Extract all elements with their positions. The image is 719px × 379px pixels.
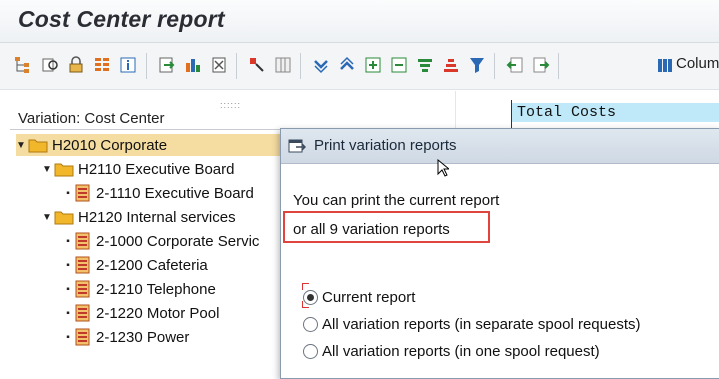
cost-center-icon bbox=[74, 304, 92, 322]
dialog-message-line1: You can print the current report bbox=[293, 192, 500, 209]
tree-node-label: 2-1220 Motor Pool bbox=[96, 304, 220, 322]
tree-node-label: 2-1210 Telephone bbox=[96, 280, 216, 298]
sort-asc-icon[interactable] bbox=[415, 55, 435, 75]
folder-icon bbox=[28, 137, 48, 153]
tree-node-2-1230[interactable]: ▪ 2-1230 Power bbox=[62, 326, 189, 348]
radio-button[interactable] bbox=[303, 344, 318, 359]
expand-triangle-icon[interactable]: ▼ bbox=[16, 140, 28, 151]
dialog-title-bar[interactable]: Print variation reports bbox=[281, 129, 719, 177]
dialog-window-icon bbox=[288, 138, 307, 159]
columns-icon[interactable] bbox=[655, 55, 675, 75]
tree-node-2-1110[interactable]: ▪ 2-1110 Executive Board bbox=[62, 182, 254, 204]
sort-desc-icon[interactable] bbox=[441, 55, 461, 75]
tree-node-h2110[interactable]: ▼ H2110 Executive Board bbox=[42, 158, 234, 180]
highlight-annotation-box bbox=[283, 211, 490, 243]
expand-triangle-icon[interactable]: ▼ bbox=[42, 164, 54, 175]
tree-node-label: 2-1000 Corporate Servic bbox=[96, 232, 260, 250]
tree-node-2-1210[interactable]: ▪ 2-1210 Telephone bbox=[62, 278, 216, 300]
bullet-icon: ▪ bbox=[66, 307, 70, 319]
select-icon[interactable] bbox=[247, 55, 267, 75]
tree-node-label: H2110 Executive Board bbox=[78, 160, 235, 178]
collapse-node-icon[interactable] bbox=[389, 55, 409, 75]
title-bar: Cost Center report bbox=[0, 0, 719, 43]
print-variation-dialog: Print variation reports You can print th… bbox=[280, 128, 719, 379]
tree-node-h2120[interactable]: ▼ H2120 Internal services bbox=[42, 206, 236, 228]
cost-center-icon bbox=[74, 280, 92, 298]
export-icon[interactable] bbox=[157, 55, 177, 75]
expand-triangle-icon[interactable]: ▼ bbox=[42, 212, 54, 223]
radio-button[interactable] bbox=[303, 317, 318, 332]
lock-icon[interactable] bbox=[66, 55, 86, 75]
page-title: Cost Center report bbox=[18, 6, 225, 32]
bullet-icon: ▪ bbox=[66, 259, 70, 271]
radio-one-spool[interactable]: All variation reports (in one spool requ… bbox=[303, 343, 600, 360]
expand-node-icon[interactable] bbox=[363, 55, 383, 75]
bullet-icon: ▪ bbox=[66, 235, 70, 247]
hierarchy-icon[interactable] bbox=[13, 55, 33, 75]
application-toolbar: Column bbox=[0, 43, 719, 90]
radio-label: All variation reports (in one spool requ… bbox=[322, 343, 600, 360]
tree-node-2-1200[interactable]: ▪ 2-1200 Cafeteria bbox=[62, 254, 208, 276]
tree-node-h2010[interactable]: ▼ H2010 Corporate bbox=[16, 134, 286, 156]
tree-node-2-1220[interactable]: ▪ 2-1220 Motor Pool bbox=[62, 302, 219, 324]
radio-current-report[interactable]: Current report bbox=[303, 289, 415, 306]
cost-center-icon bbox=[74, 232, 92, 250]
chart-icon[interactable] bbox=[183, 55, 203, 75]
tree-node-label: H2010 Corporate bbox=[52, 136, 168, 154]
bullet-icon: ▪ bbox=[66, 283, 70, 295]
layout-icon[interactable] bbox=[92, 55, 112, 75]
columns-button[interactable]: Column bbox=[676, 55, 719, 72]
collapse-all-icon[interactable] bbox=[337, 55, 357, 75]
cost-center-icon bbox=[74, 256, 92, 274]
tree-node-label: 2-1200 Cafeteria bbox=[96, 256, 208, 274]
radio-label: Current report bbox=[322, 289, 416, 306]
previous-icon[interactable] bbox=[505, 55, 525, 75]
next-icon[interactable] bbox=[531, 55, 551, 75]
tree-node-label: 2-1110 Executive Board bbox=[96, 184, 254, 202]
delete-icon[interactable] bbox=[209, 55, 229, 75]
radio-button-checked[interactable] bbox=[303, 290, 318, 305]
radio-separate-spool[interactable]: All variation reports (in separate spool… bbox=[303, 316, 641, 333]
filter-icon[interactable] bbox=[467, 55, 487, 75]
bullet-icon: ▪ bbox=[66, 331, 70, 343]
cost-center-icon bbox=[74, 184, 92, 202]
total-costs-column-header[interactable]: Total Costs bbox=[512, 103, 719, 122]
tree-header: Variation: Cost Center bbox=[10, 109, 463, 130]
mouse-cursor-icon bbox=[437, 158, 451, 182]
tree-node-label: 2-1230 Power bbox=[96, 328, 190, 346]
pane-splitter[interactable]: :::::: bbox=[10, 100, 455, 110]
grid-icon[interactable] bbox=[273, 55, 293, 75]
cost-center-icon bbox=[74, 328, 92, 346]
tree-node-label: H2120 Internal services bbox=[78, 208, 236, 226]
folder-icon bbox=[54, 209, 74, 225]
dialog-title: Print variation reports bbox=[314, 137, 457, 154]
bullet-icon: ▪ bbox=[66, 187, 70, 199]
tree-node-2-1000[interactable]: ▪ 2-1000 Corporate Servic bbox=[62, 230, 259, 252]
info-icon[interactable] bbox=[118, 55, 138, 75]
expand-all-icon[interactable] bbox=[311, 55, 331, 75]
find-icon[interactable] bbox=[40, 55, 60, 75]
folder-icon bbox=[54, 161, 74, 177]
radio-label: All variation reports (in separate spool… bbox=[322, 316, 641, 333]
